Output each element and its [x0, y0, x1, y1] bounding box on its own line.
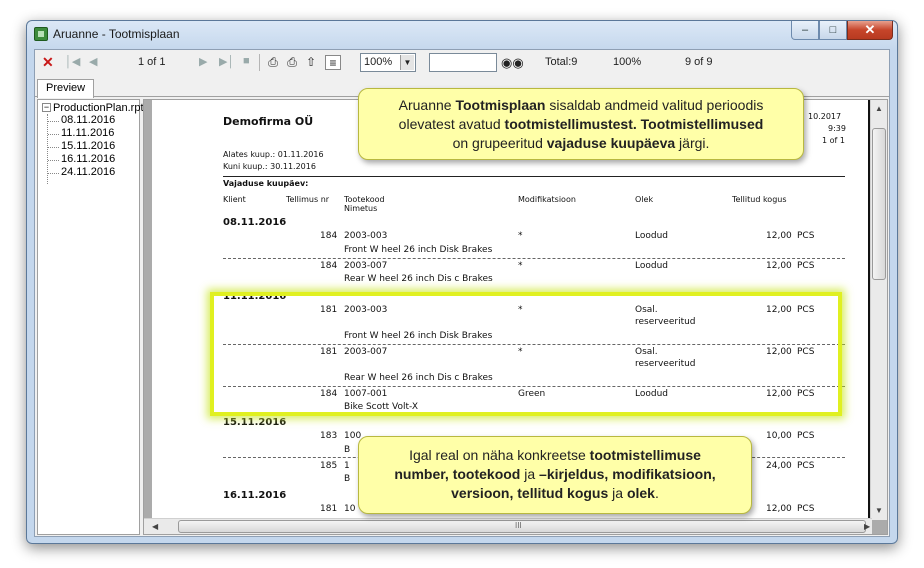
col-code: Tootekood: [344, 195, 385, 204]
col-quantity: Tellitud kogus: [732, 195, 787, 204]
order-number: 185: [320, 461, 338, 471]
previous-page-icon[interactable]: ◀: [89, 55, 97, 68]
scroll-grip: III: [515, 521, 522, 530]
next-page-icon[interactable]: ▶: [199, 55, 207, 68]
chevron-down-icon[interactable]: ▼: [400, 55, 414, 70]
quantity: 10,00: [766, 431, 792, 441]
status: Loodud: [635, 231, 668, 241]
quantity: 12,00: [766, 504, 792, 514]
scroll-right-icon[interactable]: ▶: [864, 522, 870, 531]
modification: *: [518, 261, 523, 271]
order-number: 184: [320, 231, 338, 241]
stop-icon[interactable]: ■: [243, 55, 250, 67]
group-tree: − ProductionPlan.rpt 08.11.2016 11.11.201…: [37, 99, 144, 535]
unit: PCS: [797, 461, 815, 471]
date-to: Kuni kuup.: 30.11.2016: [223, 162, 316, 171]
vertical-scrollbar[interactable]: ▲ ▼: [870, 100, 887, 520]
tree-root[interactable]: − ProductionPlan.rpt: [42, 102, 144, 114]
print-setup-icon[interactable]: ⎙: [284, 55, 300, 70]
horizontal-scrollbar[interactable]: ◀ III ▶: [144, 518, 872, 534]
product-name: Front W heel 26 inch Disk Brakes: [344, 245, 493, 255]
export-icon[interactable]: ⇧: [303, 55, 319, 70]
product-code: 2003-003: [344, 231, 388, 241]
maximize-icon: □: [829, 24, 837, 36]
callout-top: Aruanne Tootmisplaan sisaldab andmeid va…: [358, 88, 804, 160]
scroll-up-icon[interactable]: ▲: [875, 104, 883, 113]
quantity: 12,00: [766, 261, 792, 271]
group-date: 08.11.2016: [223, 217, 287, 228]
product-name: B: [344, 445, 351, 455]
product-code: 2003-007: [344, 261, 388, 271]
first-page-icon[interactable]: │◀: [65, 55, 80, 68]
col-client: Klient: [223, 195, 246, 204]
unit: PCS: [797, 261, 815, 271]
toolbar: ✕ │◀ ◀ 1 of 1 ▶ ▶│ ■ ⎙ ⎙ ⇧ ≡ 100% ▼ ◉◉ T…: [35, 50, 889, 76]
product-code: 10: [344, 504, 356, 514]
status: Loodud: [635, 261, 668, 271]
binoculars-icon[interactable]: ◉◉: [501, 55, 524, 70]
percent-read: 100%: [613, 56, 642, 68]
minimize-button[interactable]: –: [791, 21, 819, 40]
tree-item[interactable]: 08.11.2016: [61, 114, 115, 126]
page-counter: 1 of 1: [138, 56, 166, 68]
tree-item[interactable]: 15.11.2016: [61, 140, 115, 152]
product-name: Rear W heel 26 inch Dis c Brakes: [344, 274, 493, 284]
highlight-frame: [210, 292, 842, 416]
records-count: 9 of 9: [685, 56, 713, 68]
print-time: 9:39: [828, 124, 846, 133]
product-code: 100: [344, 431, 362, 441]
scroll-down-icon[interactable]: ▼: [875, 506, 883, 515]
group-date: 16.11.2016: [223, 490, 287, 501]
unit: PCS: [797, 231, 815, 241]
col-status: Olek: [635, 195, 654, 204]
tree-item[interactable]: 11.11.2016: [61, 127, 114, 139]
order-number: 181: [320, 504, 338, 514]
unit: PCS: [797, 431, 815, 441]
print-icon[interactable]: ⎙: [265, 55, 281, 70]
tree-item[interactable]: 16.11.2016: [61, 153, 115, 165]
quantity: 12,00: [766, 231, 792, 241]
horizontal-scroll-thumb[interactable]: III: [178, 520, 866, 533]
print-date: 10.2017: [808, 112, 842, 121]
minimize-icon: –: [801, 24, 809, 36]
close-window-button[interactable]: ✕: [847, 21, 893, 40]
last-page-icon[interactable]: ▶│: [219, 55, 234, 68]
vertical-scroll-thumb[interactable]: [872, 128, 886, 280]
callout-bottom: Igal real on näha konkreetse tootmistell…: [358, 436, 752, 514]
tab-preview[interactable]: Preview: [37, 79, 95, 98]
col-order-no: Tellimus nr: [286, 195, 330, 204]
group-date: 15.11.2016: [223, 417, 287, 428]
collapse-icon[interactable]: −: [42, 103, 51, 112]
window-title: Aruanne - Tootmisplaan: [53, 27, 180, 41]
order-number: 184: [320, 261, 338, 271]
report-page-number: 1 of 1: [822, 136, 845, 145]
product-name: B: [344, 474, 351, 484]
zoom-select[interactable]: 100% ▼: [360, 53, 416, 72]
group-label: Vajaduse kuupäev:: [223, 179, 309, 188]
col-name: Nimetus: [344, 204, 378, 213]
group-tree-toggle-icon[interactable]: ≡: [325, 55, 341, 70]
title-bar[interactable]: Aruanne - Tootmisplaan – □ ✕: [27, 21, 897, 47]
scroll-left-icon[interactable]: ◀: [152, 522, 158, 531]
tree-item[interactable]: 24.11.2016: [61, 166, 115, 178]
date-from: Alates kuup.: 01.11.2016: [223, 150, 324, 159]
company-name: Demofirma OÜ: [223, 115, 314, 128]
total-records: Total:9: [545, 56, 578, 68]
zoom-value: 100%: [364, 56, 393, 68]
app-icon: [34, 27, 48, 41]
close-icon: ✕: [864, 22, 876, 37]
order-number: 183: [320, 431, 338, 441]
product-code: 1: [344, 461, 350, 471]
quantity: 24,00: [766, 461, 792, 471]
maximize-button[interactable]: □: [819, 21, 847, 40]
col-modification: Modifikatsioon: [518, 195, 576, 204]
close-report-icon[interactable]: ✕: [42, 54, 54, 71]
search-input[interactable]: [429, 53, 497, 72]
modification: *: [518, 231, 523, 241]
unit: PCS: [797, 504, 815, 514]
